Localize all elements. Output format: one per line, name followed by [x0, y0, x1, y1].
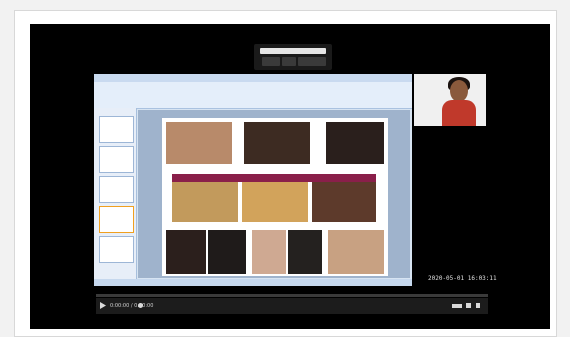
fullscreen-icon[interactable]: [466, 303, 471, 308]
progress-bar[interactable]: [96, 294, 488, 297]
ribbon[interactable]: [94, 82, 412, 109]
photo: [312, 182, 376, 222]
stop-sharing-button[interactable]: [298, 57, 326, 66]
slide-canvas: [138, 110, 410, 278]
speaker-video[interactable]: [414, 74, 486, 126]
slide-thumbnail[interactable]: [99, 146, 134, 173]
photo: [208, 230, 246, 274]
speaker-body: [442, 100, 476, 126]
photo: [288, 230, 322, 274]
pause-share-button[interactable]: [262, 57, 280, 66]
photo: [172, 182, 238, 222]
time-display: 0:00:00 / 0:00:00: [110, 303, 154, 309]
screen-share-bar: [254, 44, 332, 70]
settings-icon[interactable]: [452, 304, 462, 308]
slide-thumbnail[interactable]: [99, 176, 134, 203]
photo: [326, 122, 384, 164]
photo: [166, 230, 206, 274]
photo: [328, 230, 384, 274]
photo: [252, 230, 286, 274]
slide-thumbnail[interactable]: [99, 236, 134, 263]
photo: [244, 122, 310, 164]
player-controls: 0:00:00 / 0:00:00: [96, 298, 488, 314]
photo: [242, 182, 308, 222]
current-slide: [162, 118, 388, 276]
stop-button[interactable]: [282, 57, 296, 66]
slide-thumbnail[interactable]: [99, 116, 134, 143]
speaker-face: [450, 80, 468, 102]
photo: [166, 122, 232, 164]
powerpoint-window: [94, 74, 412, 286]
powerpoint-status-bar: [94, 279, 412, 286]
powerpoint-title-bar: [94, 74, 412, 82]
more-icon[interactable]: [476, 303, 480, 308]
recording-timestamp: 2020-05-01 16:03:11: [428, 275, 497, 282]
slides-pane[interactable]: [94, 108, 137, 280]
share-banner: [260, 48, 326, 54]
play-icon[interactable]: [100, 302, 106, 309]
slide-thumbnail-selected[interactable]: [99, 206, 134, 233]
volume-icon[interactable]: [138, 303, 143, 308]
banner: [172, 174, 376, 182]
